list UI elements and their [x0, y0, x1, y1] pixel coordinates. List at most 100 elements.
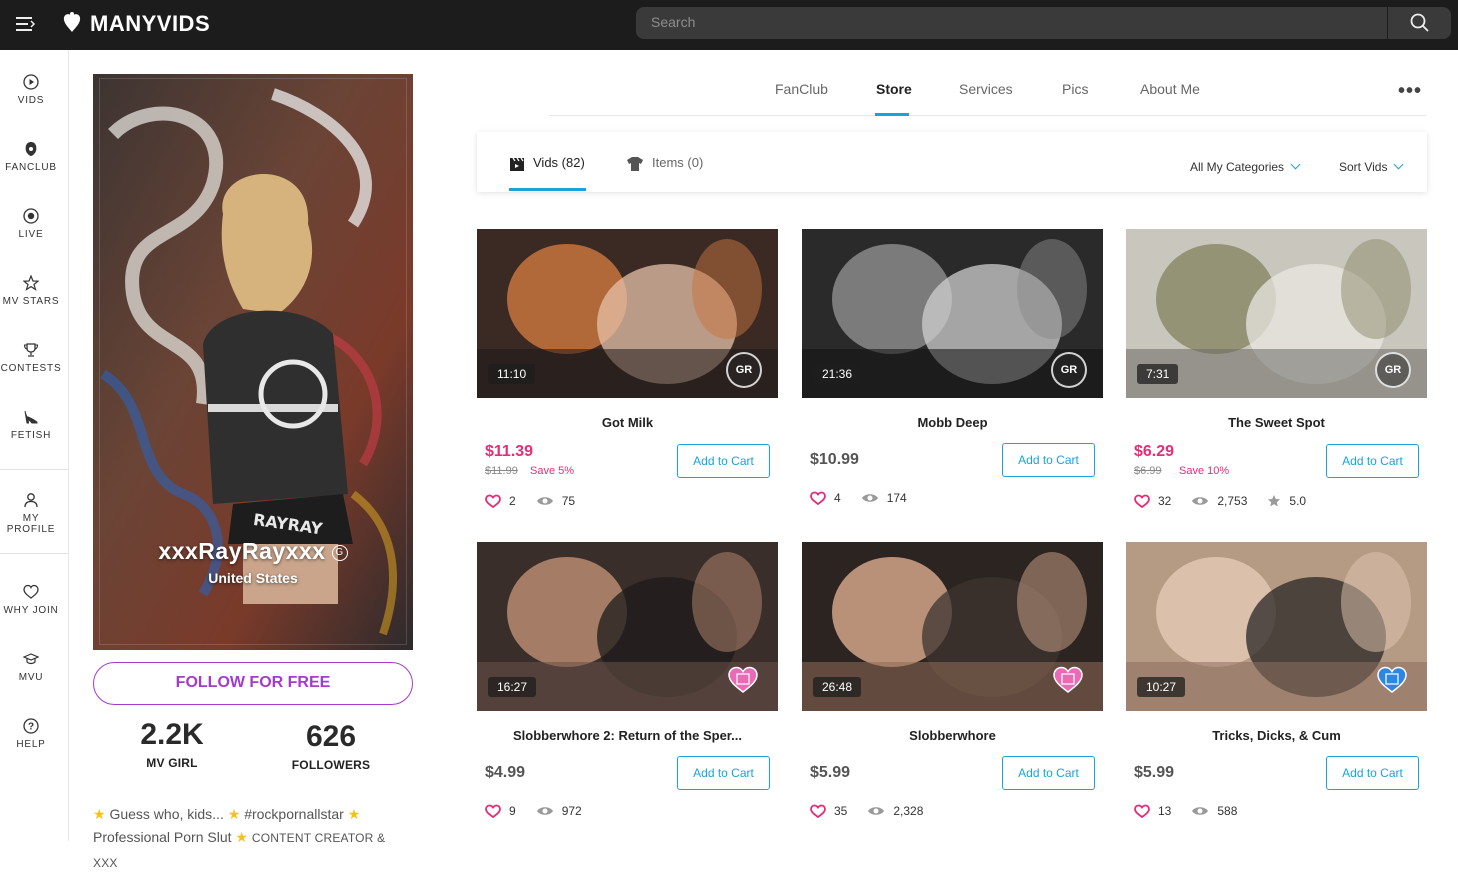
stat-mv-girl: 2.2K MV GIRL	[132, 718, 212, 770]
likes[interactable]: 4	[810, 491, 841, 505]
more-options-icon[interactable]: •••	[1398, 80, 1422, 103]
watermark-logo: GR	[1051, 352, 1087, 388]
profile-name: xxxRayRayxxx G	[93, 538, 413, 565]
add-to-cart-button[interactable]: Add to Cart	[677, 444, 770, 478]
categories-label: All My Categories	[1190, 160, 1285, 174]
video-card[interactable]: 21:36 GR Mobb Deep $10.99 Add to Cart 4 174	[802, 229, 1103, 529]
chevron-down-icon	[1290, 159, 1301, 170]
likes[interactable]: 35	[810, 804, 847, 818]
watermark-logo: GR	[1375, 352, 1411, 388]
profile-country: United States	[208, 570, 298, 586]
search-icon	[1410, 13, 1429, 32]
profile-name-text: xxxRayRayxxx	[158, 538, 326, 564]
items-tab[interactable]: Items (0)	[626, 155, 703, 172]
views-count: 2,753	[1217, 494, 1248, 508]
nav-help[interactable]: ? HELP	[0, 718, 62, 750]
follow-button[interactable]: FOLLOW FOR FREE	[93, 662, 413, 705]
play-circle-icon	[23, 74, 39, 90]
video-thumbnail[interactable]: 7:31 GR	[1126, 229, 1427, 398]
like-heart-icon	[1134, 804, 1150, 818]
likes-count: 2	[509, 494, 516, 508]
tab-fanclub[interactable]: FanClub	[775, 81, 828, 97]
sort-dropdown[interactable]: Sort Vids	[1339, 159, 1404, 174]
tab-about-me[interactable]: About Me	[1140, 81, 1200, 97]
nav-vids[interactable]: VIDS	[0, 74, 62, 106]
star-icon	[23, 275, 39, 291]
video-card[interactable]: 26:48 Slobberwhore $5.99 Add to Cart 35 2,328	[802, 542, 1103, 842]
video-title[interactable]: Tricks, Dicks, & Cum	[1126, 728, 1427, 743]
video-card[interactable]: 7:31 GR The Sweet Spot $6.29 $6.99 Save 10% Ad…	[1126, 229, 1427, 529]
likes-count: 32	[1158, 494, 1172, 508]
nav-divider	[0, 553, 68, 554]
views-count: 2,328	[893, 804, 924, 818]
video-card[interactable]: 16:27 Slobberwhore 2: Return of the Sper.…	[477, 542, 778, 842]
video-price: $11.39	[485, 443, 534, 460]
side-nav: VIDS FANCLUB LIVE MV STARS CONTESTS FETI…	[0, 50, 69, 841]
stat-value: 2.2K	[140, 718, 204, 751]
likes[interactable]: 9	[485, 804, 516, 818]
views: 75	[536, 494, 575, 508]
stat-label: MV GIRL	[146, 756, 198, 770]
views: 2,328	[867, 804, 923, 818]
nav-mvu[interactable]: MVU	[0, 651, 62, 683]
video-duration: 7:31	[1137, 364, 1179, 384]
categories-dropdown[interactable]: All My Categories	[1190, 159, 1301, 174]
graduation-cap-icon	[23, 653, 39, 665]
search-input[interactable]: Search	[651, 14, 695, 30]
nav-live[interactable]: LIVE	[0, 208, 62, 240]
menu-icon[interactable]	[14, 14, 36, 34]
sort-label: Sort Vids	[1339, 160, 1388, 174]
watermark-heart-icon	[1377, 666, 1407, 693]
add-to-cart-button[interactable]: Add to Cart	[677, 756, 770, 790]
star-emoji-icon: ★	[227, 806, 241, 822]
nav-mv-stars[interactable]: MV STARS	[0, 275, 62, 307]
views: 588	[1191, 804, 1237, 818]
video-title[interactable]: Mobb Deep	[802, 415, 1103, 430]
nav-contests[interactable]: CONTESTS	[0, 342, 62, 374]
help-icon: ?	[23, 718, 39, 734]
video-title[interactable]: Slobberwhore	[802, 728, 1103, 743]
tab-pics[interactable]: Pics	[1062, 81, 1088, 97]
tab-services[interactable]: Services	[959, 81, 1013, 97]
nav-my-profile[interactable]: MY PROFILE	[0, 492, 62, 535]
nav-fanclub[interactable]: FANCLUB	[0, 141, 62, 173]
video-title[interactable]: Got Milk	[477, 415, 778, 430]
add-to-cart-button[interactable]: Add to Cart	[1002, 756, 1095, 790]
star-emoji-icon: ★	[347, 806, 361, 822]
video-thumbnail[interactable]: 26:48	[802, 542, 1103, 711]
video-metrics: 35 2,328	[810, 804, 943, 818]
video-duration: 10:27	[1137, 677, 1186, 697]
video-metrics: 4 174	[810, 491, 927, 505]
items-tab-label: Items (0)	[652, 155, 704, 170]
vids-tab[interactable]: Vids (82)	[509, 155, 585, 172]
tab-store[interactable]: Store	[876, 81, 912, 97]
video-thumbnail[interactable]: 10:27	[1126, 542, 1427, 711]
nav-why-join[interactable]: WHY JOIN	[0, 584, 62, 616]
stat-followers: 626 FOLLOWERS	[286, 720, 376, 772]
likes[interactable]: 32	[1134, 494, 1171, 508]
rating: 5.0	[1267, 494, 1306, 508]
video-card[interactable]: 10:27 Tricks, Dicks, & Cum $5.99 Add to Car…	[1126, 542, 1427, 842]
likes[interactable]: 13	[1134, 804, 1171, 818]
search-button[interactable]	[1387, 7, 1451, 39]
video-title[interactable]: Slobberwhore 2: Return of the Sper...	[477, 728, 778, 743]
video-card[interactable]: 11:10 GR Got Milk $11.39 $11.99 Save 5% Add to…	[477, 229, 778, 529]
video-title[interactable]: The Sweet Spot	[1126, 415, 1427, 430]
stat-label: FOLLOWERS	[291, 758, 371, 772]
chevron-down-icon	[1394, 159, 1404, 170]
video-price: $6.29	[1134, 443, 1175, 460]
original-price: $6.99	[1134, 465, 1162, 477]
likes[interactable]: 2	[485, 494, 516, 508]
nav-fetish[interactable]: FETISH	[0, 409, 62, 441]
video-metrics: 9 972	[485, 804, 602, 818]
manyvids-logo[interactable]: MANYVIDS	[62, 9, 210, 39]
add-to-cart-button[interactable]: Add to Cart	[1002, 443, 1095, 477]
views-count: 972	[561, 804, 582, 818]
add-to-cart-button[interactable]: Add to Cart	[1326, 444, 1419, 478]
video-thumbnail[interactable]: 16:27	[477, 542, 778, 711]
heel-icon	[24, 410, 38, 424]
add-to-cart-button[interactable]: Add to Cart	[1326, 756, 1419, 790]
search-bar[interactable]: Search	[636, 7, 1451, 39]
video-thumbnail[interactable]: 21:36 GR	[802, 229, 1103, 398]
video-thumbnail[interactable]: 11:10 GR	[477, 229, 778, 398]
